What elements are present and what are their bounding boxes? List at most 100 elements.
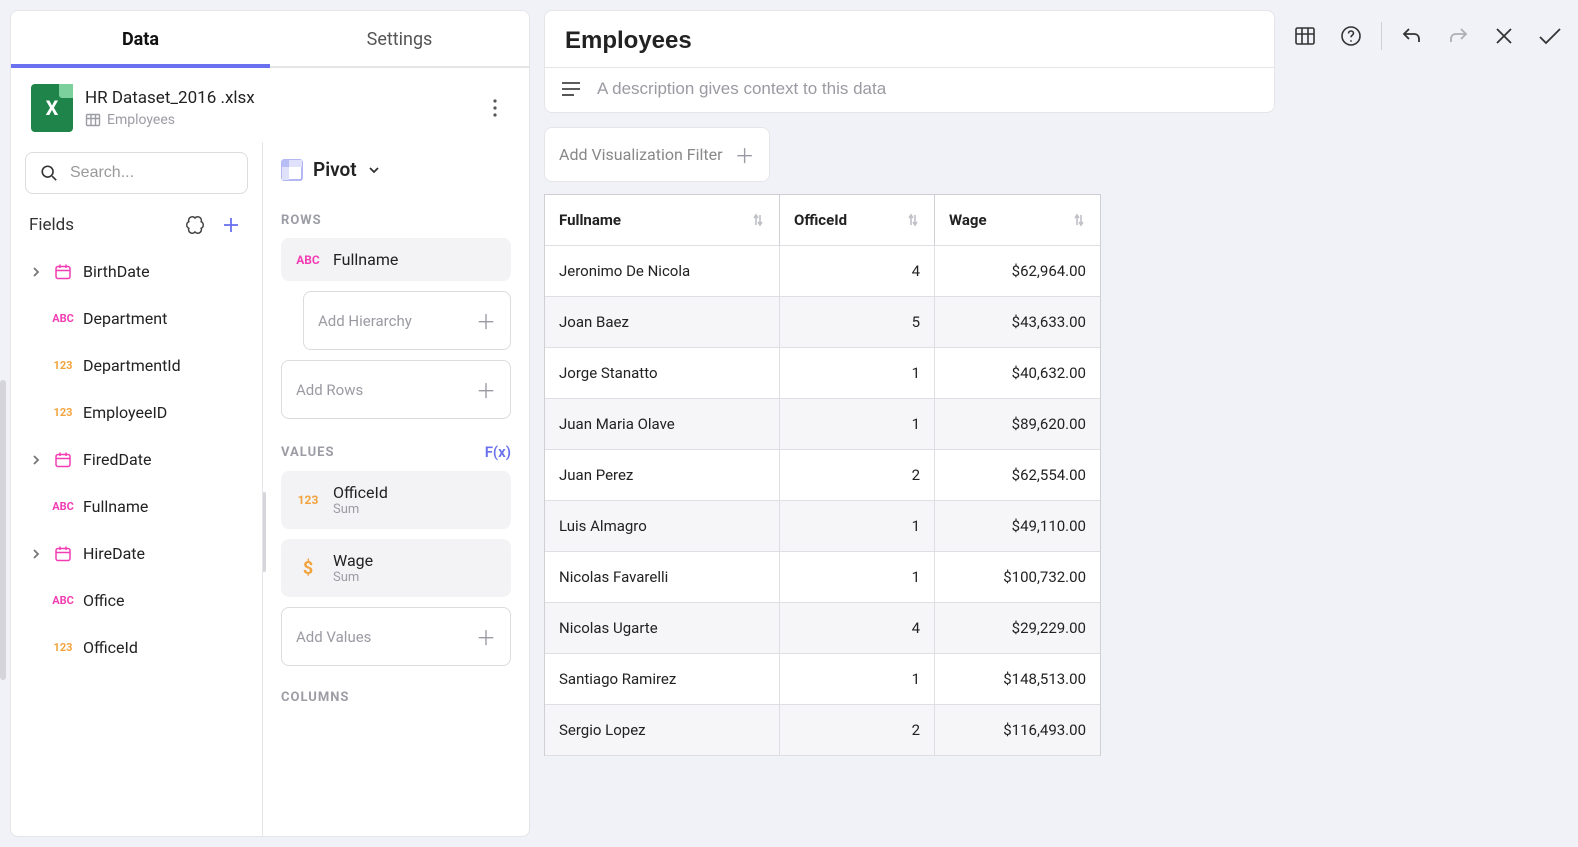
cell-officeid: 4	[780, 603, 935, 654]
grid-header-row: Fullname OfficeId Wage	[545, 195, 1100, 246]
tabs: Data Settings	[11, 11, 529, 68]
pivot-icon	[281, 159, 303, 181]
date-type-icon	[53, 451, 73, 469]
field-item-employeeid[interactable]: 123EmployeeID	[11, 389, 262, 436]
cell-wage: $89,620.00	[935, 399, 1100, 450]
viz-description-input[interactable]	[595, 78, 1258, 100]
cell-officeid: 5	[780, 297, 935, 348]
field-item-department[interactable]: ABCDepartment	[11, 295, 262, 342]
cell-wage: $62,554.00	[935, 450, 1100, 501]
table-row[interactable]: Juan Maria Olave1$89,620.00	[545, 399, 1100, 450]
field-item-fireddate[interactable]: FiredDate	[11, 436, 262, 483]
column-label: Wage	[949, 211, 987, 229]
add-rows-label: Add Rows	[296, 381, 363, 399]
vertical-scrollbar[interactable]	[0, 380, 6, 680]
column-header-wage[interactable]: Wage	[935, 195, 1100, 246]
values-chip-officeid-label: OfficeId	[333, 483, 388, 502]
rows-chip-fullname-label: Fullname	[333, 250, 398, 269]
money-type-icon: $	[295, 558, 321, 579]
add-hierarchy-label: Add Hierarchy	[318, 312, 412, 330]
section-columns-label: COLUMNS	[281, 690, 511, 705]
cell-fullname: Jorge Stanatto	[545, 348, 780, 399]
add-hierarchy-drop[interactable]: Add Hierarchy ＋	[303, 291, 511, 350]
add-values-drop[interactable]: Add Values ＋	[281, 607, 511, 666]
abc-type-icon: ABC	[53, 594, 73, 607]
cell-officeid: 1	[780, 501, 935, 552]
field-item-birthdate[interactable]: BirthDate	[11, 248, 262, 295]
undo-button[interactable]	[1394, 18, 1430, 54]
dataset-table-line: Employees	[85, 112, 469, 128]
abc-type-icon: ABC	[53, 312, 73, 325]
table-row[interactable]: Juan Perez2$62,554.00	[545, 450, 1100, 501]
table-row[interactable]: Nicolas Ugarte4$29,229.00	[545, 603, 1100, 654]
cell-fullname: Joan Baez	[545, 297, 780, 348]
plus-icon: ＋	[476, 306, 496, 335]
cell-wage: $29,229.00	[935, 603, 1100, 654]
fields-title: Fields	[29, 215, 172, 235]
field-item-officeid[interactable]: 123OfficeId	[11, 624, 262, 671]
left-panel: Data Settings X HR Dataset_2016 .xlsx Em…	[10, 10, 530, 837]
grid-container: FullnameOfficeIdWage Jeronimo De Nicola4…	[544, 194, 1568, 837]
section-rows-label: ROWS	[281, 213, 511, 228]
cell-fullname: Nicolas Ugarte	[545, 603, 780, 654]
table-row[interactable]: Jorge Stanatto1$40,632.00	[545, 348, 1100, 399]
column-label: Fullname	[559, 211, 621, 229]
close-button[interactable]	[1486, 18, 1522, 54]
cell-fullname: Nicolas Favarelli	[545, 552, 780, 603]
rows-chip-fullname[interactable]: ABC Fullname	[281, 238, 511, 281]
field-item-office[interactable]: ABCOffice	[11, 577, 262, 624]
cell-officeid: 4	[780, 246, 935, 297]
dataset-more-button[interactable]	[481, 94, 509, 122]
values-chip-wage[interactable]: $ Wage Sum	[281, 539, 511, 597]
cell-officeid: 2	[780, 705, 935, 756]
grid-options-button[interactable]	[1287, 18, 1323, 54]
excel-file-icon: X	[31, 84, 73, 132]
column-header-fullname[interactable]: Fullname	[545, 195, 780, 246]
description-icon	[561, 81, 581, 97]
tab-settings[interactable]: Settings	[270, 11, 529, 66]
table-row[interactable]: Joan Baez5$43,633.00	[545, 297, 1100, 348]
topbar	[544, 10, 1568, 113]
add-field-button[interactable]	[218, 212, 244, 238]
field-search[interactable]	[25, 152, 248, 194]
plus-icon: ＋	[476, 375, 496, 404]
pivot-header[interactable]: Pivot	[281, 158, 511, 189]
add-rows-drop[interactable]: Add Rows ＋	[281, 360, 511, 419]
fx-button[interactable]: F(x)	[485, 443, 511, 461]
cell-officeid: 2	[780, 450, 935, 501]
field-item-hiredate[interactable]: HireDate	[11, 530, 262, 577]
table-row[interactable]: Sergio Lopez2$116,493.00	[545, 705, 1100, 756]
viz-title-input[interactable]	[545, 11, 1274, 68]
date-type-icon	[53, 545, 73, 563]
section-values-label: VALUES	[281, 445, 334, 460]
add-filter-button[interactable]: Add Visualization Filter ＋	[544, 127, 770, 182]
values-chip-officeid[interactable]: 123 OfficeId Sum	[281, 471, 511, 529]
table-row[interactable]: Santiago Ramirez1$148,513.00	[545, 654, 1100, 705]
field-item-fullname[interactable]: ABCFullname	[11, 483, 262, 530]
right-panel: Add Visualization Filter ＋ Fullname Offic…	[544, 10, 1568, 837]
cell-fullname: Jeronimo De Nicola	[545, 246, 780, 297]
date-type-icon	[53, 263, 73, 281]
ai-suggest-button[interactable]	[182, 212, 208, 238]
redo-button[interactable]	[1440, 18, 1476, 54]
dataset-table-name: Employees	[107, 112, 175, 128]
table-row[interactable]: Luis Almagro1$49,110.00	[545, 501, 1100, 552]
cell-wage: $100,732.00	[935, 552, 1100, 603]
dataset-filename: HR Dataset_2016 .xlsx	[85, 88, 469, 108]
help-button[interactable]	[1333, 18, 1369, 54]
number-type-icon: 123	[53, 359, 73, 372]
cell-fullname: Luis Almagro	[545, 501, 780, 552]
tab-data[interactable]: Data	[11, 11, 270, 66]
cell-wage: $62,964.00	[935, 246, 1100, 297]
column-label: OfficeId	[794, 211, 847, 229]
table-row[interactable]: Jeronimo De Nicola4$62,964.00	[545, 246, 1100, 297]
field-label: EmployeeID	[83, 403, 167, 422]
column-header-officeid[interactable]: OfficeId	[780, 195, 935, 246]
field-search-input[interactable]	[68, 163, 279, 183]
table-row[interactable]: Nicolas Favarelli1$100,732.00	[545, 552, 1100, 603]
cell-officeid: 1	[780, 552, 935, 603]
title-card	[544, 10, 1275, 113]
sort-icon	[751, 212, 765, 228]
confirm-button[interactable]	[1532, 18, 1568, 54]
field-item-departmentid[interactable]: 123DepartmentId	[11, 342, 262, 389]
